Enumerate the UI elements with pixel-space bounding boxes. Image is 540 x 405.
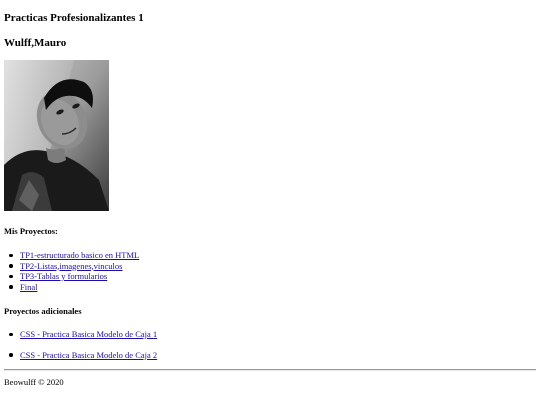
list-item: CSS - Practica Basica Modelo de Caja 1 bbox=[4, 329, 157, 340]
bullet-icon bbox=[9, 285, 13, 289]
bullet-icon bbox=[9, 253, 13, 257]
footer-divider bbox=[4, 369, 536, 371]
profile-photo bbox=[4, 60, 109, 211]
extra-project-link-box-model-1[interactable]: CSS - Practica Basica Modelo de Caja 1 bbox=[20, 329, 157, 339]
profile-photo-image bbox=[4, 60, 109, 211]
list-item: TP1-estructurado basico en HTML bbox=[4, 250, 139, 261]
bullet-icon bbox=[9, 353, 13, 357]
list-item: CSS - Practica Basica Modelo de Caja 2 bbox=[4, 350, 157, 361]
bullet-icon bbox=[9, 332, 13, 336]
my-projects-heading: Mis Proyectos: bbox=[4, 226, 58, 236]
project-link-final[interactable]: Final bbox=[20, 282, 37, 292]
project-link-tp2[interactable]: TP2-Listas,imagenes,vinculos bbox=[20, 261, 122, 271]
list-item: TP2-Listas,imagenes,vinculos bbox=[4, 261, 139, 272]
bullet-icon bbox=[9, 264, 13, 268]
footer-copyright: Beowulff © 2020 bbox=[4, 377, 64, 387]
project-link-tp1[interactable]: TP1-estructurado basico en HTML bbox=[20, 250, 139, 260]
page-title: Practicas Profesionalizantes 1 bbox=[4, 12, 144, 24]
list-item: TP3-Tablas y formularios bbox=[4, 271, 139, 282]
author-name: Wulff,Mauro bbox=[4, 37, 67, 49]
bullet-icon bbox=[9, 274, 13, 278]
extra-project-link-box-model-2[interactable]: CSS - Practica Basica Modelo de Caja 2 bbox=[20, 350, 157, 360]
list-item: Final bbox=[4, 282, 139, 293]
project-link-tp3[interactable]: TP3-Tablas y formularios bbox=[20, 271, 107, 281]
extra-projects-heading: Proyectos adicionales bbox=[4, 306, 82, 316]
my-projects-list: TP1-estructurado basico en HTML TP2-List… bbox=[4, 250, 139, 292]
extra-projects-list: CSS - Practica Basica Modelo de Caja 1 C… bbox=[4, 329, 157, 370]
